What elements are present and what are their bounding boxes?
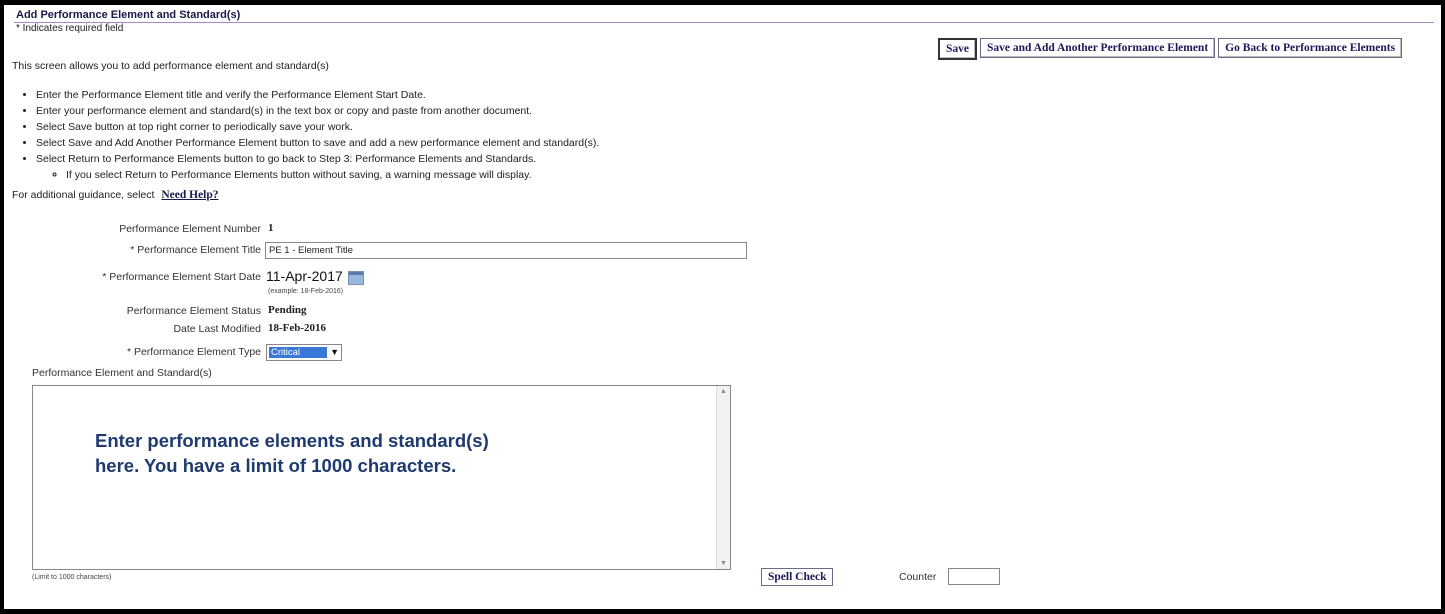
scroll-up-icon[interactable]: ▲: [720, 388, 727, 395]
page-title: Add Performance Element and Standard(s): [16, 9, 241, 21]
element-type-selected-value: Critical: [269, 347, 327, 358]
element-title-label: * Performance Element Title: [130, 244, 261, 256]
save-add-another-button[interactable]: Save and Add Another Performance Element: [980, 38, 1216, 58]
instruction-item: Enter your performance element and stand…: [36, 103, 599, 119]
standards-textarea[interactable]: Enter performance elements and standard(…: [32, 385, 731, 570]
textarea-scrollbar[interactable]: ▲ ▼: [716, 386, 730, 569]
calendar-icon[interactable]: [348, 271, 364, 285]
help-prefix: For additional guidance, select: [12, 189, 155, 201]
chevron-down-icon[interactable]: ▼: [330, 347, 339, 358]
limit-note: (Limit to 1000 characters): [32, 574, 112, 581]
instruction-item: Select Save button at top right corner t…: [36, 119, 599, 135]
title-divider: [14, 22, 1434, 23]
standards-callout-text: Enter performance elements and standard(…: [95, 430, 489, 476]
date-modified-value: 18-Feb-2016: [268, 322, 327, 334]
start-date-field[interactable]: 11-Apr-2017: [266, 268, 343, 284]
intro-text: This screen allows you to add performanc…: [12, 60, 329, 72]
date-example: (example: 18-Feb-2016): [268, 288, 344, 295]
instruction-item: Select Return to Performance Elements bu…: [36, 151, 599, 167]
element-type-label: * Performance Element Type: [126, 346, 261, 358]
instructions-list: Enter the Performance Element title and …: [12, 87, 599, 183]
instruction-item: Enter the Performance Element title and …: [36, 87, 599, 103]
element-number-value: 1: [268, 222, 274, 234]
counter-field: [948, 568, 1000, 585]
element-status-value: Pending: [268, 304, 307, 316]
spell-check-button[interactable]: Spell Check: [761, 568, 834, 586]
standards-label: Performance Element and Standard(s): [32, 367, 212, 379]
need-help-link[interactable]: Need Help?: [161, 189, 218, 201]
sub-instruction-item: If you select Return to Performance Elem…: [66, 167, 599, 183]
date-modified-label: Date Last Modified: [173, 323, 261, 335]
start-date-label: * Performance Element Start Date: [102, 271, 261, 283]
go-back-button[interactable]: Go Back to Performance Elements: [1218, 38, 1403, 58]
instruction-item: Select Save and Add Another Performance …: [36, 135, 599, 151]
element-number-label: Performance Element Number: [119, 223, 261, 235]
page-frame: Add Performance Element and Standard(s) …: [4, 5, 1441, 609]
element-status-label: Performance Element Status: [126, 305, 261, 317]
scroll-down-icon[interactable]: ▼: [720, 560, 727, 567]
required-field-note: * Indicates required field: [16, 23, 124, 34]
counter-label: Counter: [899, 571, 937, 583]
help-line: For additional guidance, select Need Hel…: [12, 189, 219, 201]
sub-instructions-list: If you select Return to Performance Elem…: [36, 167, 599, 183]
element-title-input[interactable]: PE 1 - Element Title: [265, 242, 747, 259]
element-type-select[interactable]: Critical ▼: [266, 344, 342, 361]
action-toolbar: Save Save and Add Another Performance El…: [938, 38, 1403, 60]
save-button[interactable]: Save: [938, 38, 977, 60]
